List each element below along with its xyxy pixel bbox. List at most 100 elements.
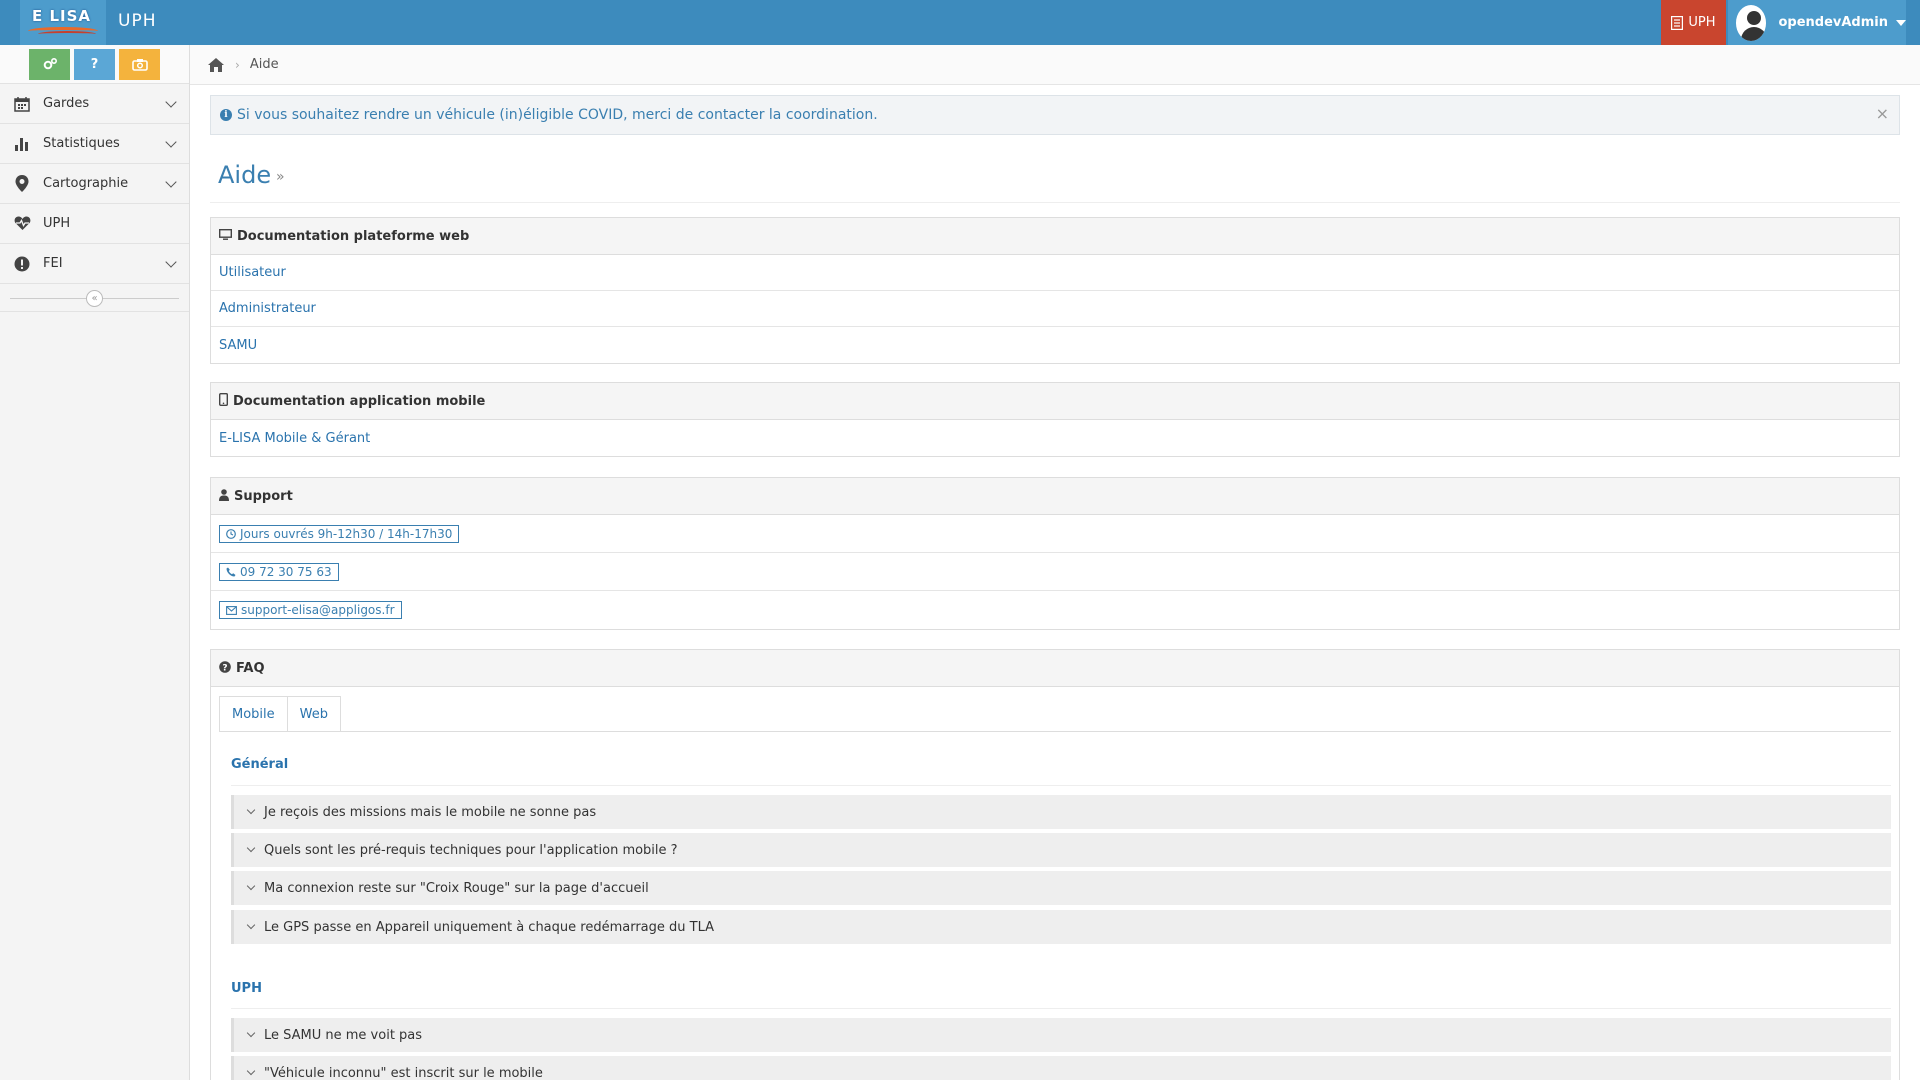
doc-link-administrateur[interactable]: Administrateur [219, 301, 316, 316]
chevron-down-icon [165, 256, 177, 268]
chevron-down-icon [246, 881, 256, 891]
chevron-down-icon [165, 136, 177, 148]
doc-link-mobile[interactable]: E-LISA Mobile & Gérant [219, 431, 370, 446]
doc-link-utilisateur[interactable]: Utilisateur [219, 265, 286, 280]
map-marker-icon [13, 175, 31, 193]
panel-header: Support [211, 478, 1899, 515]
user-menu[interactable]: opendevAdmin [1728, 0, 1906, 45]
faq-question-text: Le SAMU ne me voit pas [264, 1027, 423, 1043]
home-icon[interactable] [207, 57, 225, 73]
support-phone: 09 72 30 75 63 [240, 564, 332, 579]
double-angle-left-icon[interactable]: « [86, 290, 103, 307]
faq-question[interactable]: Le SAMU ne me voit pas [231, 1018, 1891, 1052]
bar-chart-icon [13, 135, 31, 153]
list-item: support-elisa@appligos.fr [211, 591, 1899, 629]
breadcrumb-current: Aide [249, 57, 279, 72]
quick-buttons: ? [0, 45, 189, 84]
sidebar-item-label: Statistiques [43, 136, 120, 151]
chevron-down-icon [246, 1028, 256, 1038]
faq-question[interactable]: Ma connexion reste sur "Croix Rouge" sur… [231, 871, 1891, 905]
support-email-tag[interactable]: support-elisa@appligos.fr [219, 601, 402, 619]
tab-mobile[interactable]: Mobile [219, 696, 288, 732]
sidebar-item-label: Gardes [43, 96, 90, 111]
sidebar-item-label: Cartographie [43, 176, 129, 191]
sidebar-item-cartographie[interactable]: Cartographie [0, 164, 189, 204]
sidebar-item-fei[interactable]: FEI [0, 244, 189, 284]
faq-question[interactable]: Quels sont les pré-requis techniques pou… [231, 833, 1891, 867]
list-item: Jours ouvrés 9h-12h30 / 14h-17h30 [211, 515, 1899, 553]
alert-text: Si vous souhaitez rendre un véhicule (in… [237, 107, 878, 123]
user-name: opendevAdmin [1778, 15, 1888, 30]
exclamation-circle-icon [13, 255, 31, 273]
doc-link-samu[interactable]: SAMU [219, 338, 257, 353]
desktop-icon [218, 228, 233, 243]
tab-web[interactable]: Web [287, 696, 341, 732]
support-panel: Support Jours ouvrés 9h-12h30 / 14h-17h3… [210, 477, 1900, 630]
faq-question[interactable]: "Véhicule inconnu" est inscrit sur le mo… [231, 1056, 1891, 1080]
uph-nav-label: UPH [1688, 15, 1716, 30]
breadcrumb: › Aide [190, 45, 1920, 85]
mobile-phone-icon [218, 392, 228, 409]
main-content: › Aide i Si vous souhaitez rendre un véh… [190, 45, 1920, 1080]
faq-section-title: Général [231, 757, 289, 772]
sidebar-item-uph[interactable]: UPH [0, 204, 189, 244]
close-icon[interactable]: × [1876, 104, 1889, 123]
user-icon [219, 488, 229, 504]
panel-header: Documentation application mobile [211, 383, 1899, 420]
chevron-down-icon [246, 805, 256, 815]
document-list-icon [1671, 15, 1684, 30]
info-icon: i [220, 109, 232, 121]
chevron-down-icon [246, 1066, 256, 1076]
caret-down-icon [1896, 19, 1906, 26]
list-item: Utilisateur [211, 255, 1899, 291]
faq-section-title: UPH [231, 981, 262, 996]
settings-button[interactable] [29, 48, 70, 80]
faq-question-text: "Véhicule inconnu" est inscrit sur le mo… [264, 1065, 543, 1080]
sidebar-item-label: UPH [43, 216, 71, 231]
list-item: E-LISA Mobile & Gérant [211, 420, 1899, 456]
panel-title: Documentation plateforme web [237, 228, 470, 244]
sidebar: ? Gardes Statistiques Cartographie UPH F… [0, 45, 190, 1080]
list-item: 09 72 30 75 63 [211, 553, 1899, 591]
app-title: UPH [118, 11, 157, 31]
faq-panel: ? FAQ Mobile Web Général Je reçois des m… [210, 649, 1900, 1080]
phone-icon [226, 567, 236, 576]
brand-logo[interactable]: E LISA [20, 0, 106, 45]
heartbeat-icon [13, 215, 31, 233]
page-title-arrow: » [276, 169, 285, 185]
chevron-down-icon [165, 176, 177, 188]
camera-icon [131, 58, 148, 71]
faq-question[interactable]: Le GPS passe en Appareil uniquement à ch… [231, 910, 1891, 944]
cogs-icon [43, 57, 57, 70]
screenshot-button[interactable] [119, 48, 160, 80]
uph-nav-button[interactable]: UPH [1661, 0, 1726, 45]
web-doc-panel: Documentation plateforme web Utilisateur… [210, 217, 1900, 364]
help-button[interactable]: ? [74, 48, 115, 80]
page-title: Aide [218, 161, 272, 189]
support-phone-tag[interactable]: 09 72 30 75 63 [219, 562, 339, 581]
top-navbar: E LISA UPH UPH opendevAdmin [0, 0, 1920, 45]
faq-question-text: Le GPS passe en Appareil uniquement à ch… [264, 919, 715, 935]
sidebar-item-statistiques[interactable]: Statistiques [0, 124, 189, 164]
list-item: Administrateur [211, 291, 1899, 327]
svg-text:?: ? [222, 663, 227, 673]
mobile-doc-panel: Documentation application mobile E-LISA … [210, 382, 1900, 457]
sidebar-collapse-row: « [0, 284, 189, 312]
breadcrumb-separator-icon: › [235, 57, 240, 72]
panel-title: Documentation application mobile [233, 393, 486, 409]
support-email: support-elisa@appligos.fr [241, 603, 395, 617]
sidebar-item-label: FEI [43, 256, 63, 271]
support-hours: Jours ouvrés 9h-12h30 / 14h-17h30 [240, 526, 453, 541]
support-hours-tag: Jours ouvrés 9h-12h30 / 14h-17h30 [219, 524, 460, 543]
sidebar-item-gardes[interactable]: Gardes [0, 84, 189, 124]
faq-question[interactable]: Je reçois des missions mais le mobile ne… [231, 795, 1891, 829]
faq-question-text: Quels sont les pré-requis techniques pou… [264, 842, 678, 858]
panel-title: Support [234, 488, 293, 504]
chevron-down-icon [246, 920, 256, 930]
chevron-down-icon [246, 843, 256, 853]
chevron-down-icon [165, 96, 177, 108]
calendar-icon [13, 95, 31, 113]
list-item: SAMU [211, 327, 1899, 363]
covid-alert: i Si vous souhaitez rendre un véhicule (… [210, 95, 1900, 135]
user-avatar-icon [1736, 4, 1767, 41]
